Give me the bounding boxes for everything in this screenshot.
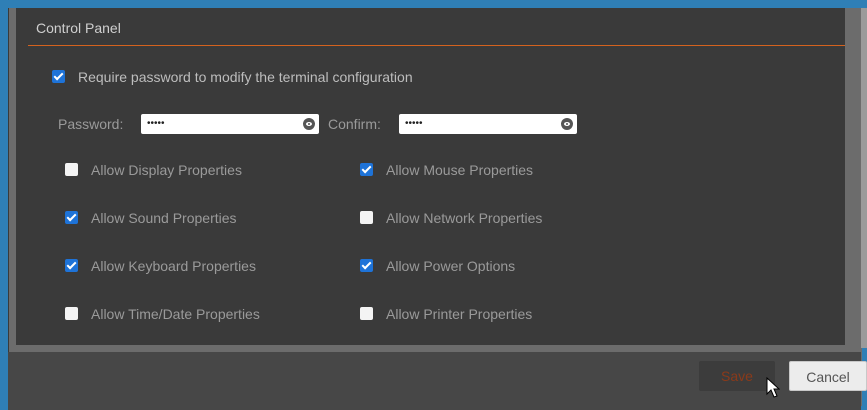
allow-timedate-checkbox[interactable] [65, 307, 78, 320]
allow-printer-checkbox[interactable] [360, 307, 373, 320]
allow-keyboard-label: Allow Keyboard Properties [91, 258, 256, 274]
eye-icon[interactable] [561, 118, 573, 130]
mouse-cursor-icon [766, 377, 780, 398]
eye-icon[interactable] [303, 118, 315, 130]
panel-title: Control Panel [36, 20, 121, 36]
require-password-checkbox[interactable] [52, 70, 65, 83]
allow-network-label: Allow Network Properties [386, 210, 543, 226]
allow-sound-checkbox[interactable] [65, 211, 78, 224]
require-password-label: Require password to modify the terminal … [78, 69, 413, 85]
allow-power-checkbox[interactable] [360, 259, 373, 272]
allow-display-checkbox[interactable] [65, 163, 78, 176]
password-label: Password: [58, 116, 124, 132]
allow-printer-label: Allow Printer Properties [386, 306, 533, 322]
password-field[interactable]: ••••• [141, 114, 319, 134]
allow-network-checkbox[interactable] [360, 211, 373, 224]
allow-power-label: Allow Power Options [386, 258, 516, 274]
confirm-field[interactable]: ••••• [399, 114, 577, 134]
password-value: ••••• [147, 118, 165, 129]
confirm-value: ••••• [405, 118, 423, 129]
allow-sound-label: Allow Sound Properties [91, 210, 237, 226]
title-divider [28, 45, 845, 46]
cancel-button[interactable]: Cancel [789, 361, 867, 391]
scrollbar[interactable] [861, 8, 867, 348]
allow-timedate-label: Allow Time/Date Properties [91, 306, 260, 322]
confirm-label: Confirm: [328, 116, 381, 132]
allow-display-label: Allow Display Properties [91, 162, 242, 178]
allow-keyboard-checkbox[interactable] [65, 259, 78, 272]
allow-mouse-checkbox[interactable] [360, 163, 373, 176]
save-button[interactable]: Save [699, 361, 775, 391]
allow-mouse-label: Allow Mouse Properties [386, 162, 534, 178]
